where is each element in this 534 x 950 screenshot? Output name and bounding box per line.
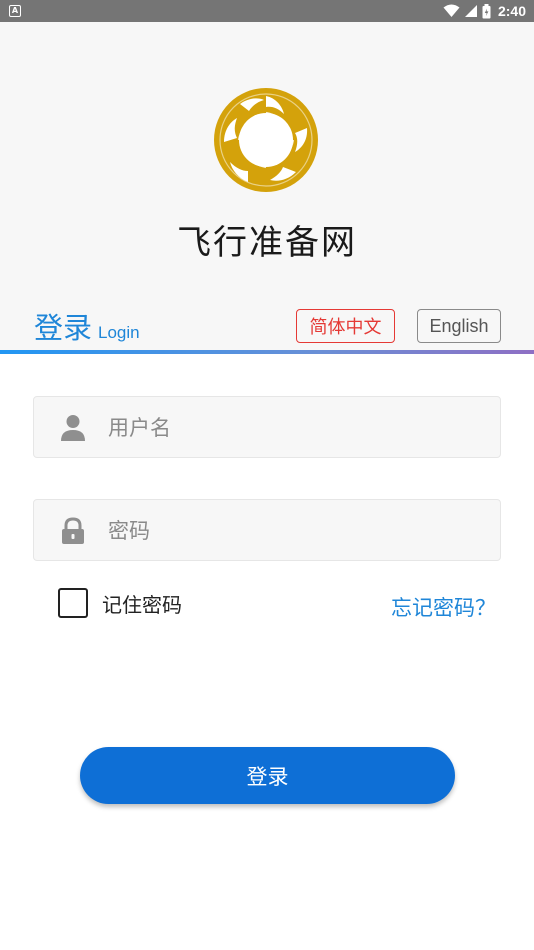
- language-en-button[interactable]: English: [417, 309, 501, 343]
- username-field-container: [33, 396, 501, 458]
- username-input[interactable]: [108, 407, 488, 449]
- wifi-icon: [443, 4, 460, 17]
- user-icon: [61, 415, 85, 441]
- remember-password-checkbox[interactable]: [58, 588, 88, 618]
- app-logo: [214, 88, 318, 192]
- battery-icon: [482, 3, 491, 18]
- remember-password-row: 记住密码: [58, 588, 182, 618]
- login-button[interactable]: 登录: [80, 747, 455, 804]
- lock-icon: [62, 517, 84, 544]
- password-input[interactable]: [108, 510, 488, 552]
- header-area: 飞行准备网: [0, 22, 534, 352]
- status-bar: A 2:40: [0, 0, 534, 22]
- password-field-container: [33, 499, 501, 561]
- remember-password-label: 记住密码: [102, 592, 182, 617]
- signal-icon: [464, 5, 477, 17]
- header-divider: [0, 350, 534, 354]
- app-title: 飞行准备网: [177, 223, 357, 263]
- language-zh-button[interactable]: 简体中文: [296, 309, 395, 343]
- notification-icon: A: [9, 5, 21, 17]
- login-heading: 登录 Login: [34, 305, 140, 347]
- clock: 2:40: [497, 3, 526, 19]
- login-heading-en: Login: [98, 323, 140, 342]
- status-icons: 2:40: [443, 2, 526, 20]
- login-heading-cn: 登录: [34, 311, 93, 345]
- forgot-password-link[interactable]: 忘记密码？: [391, 592, 496, 622]
